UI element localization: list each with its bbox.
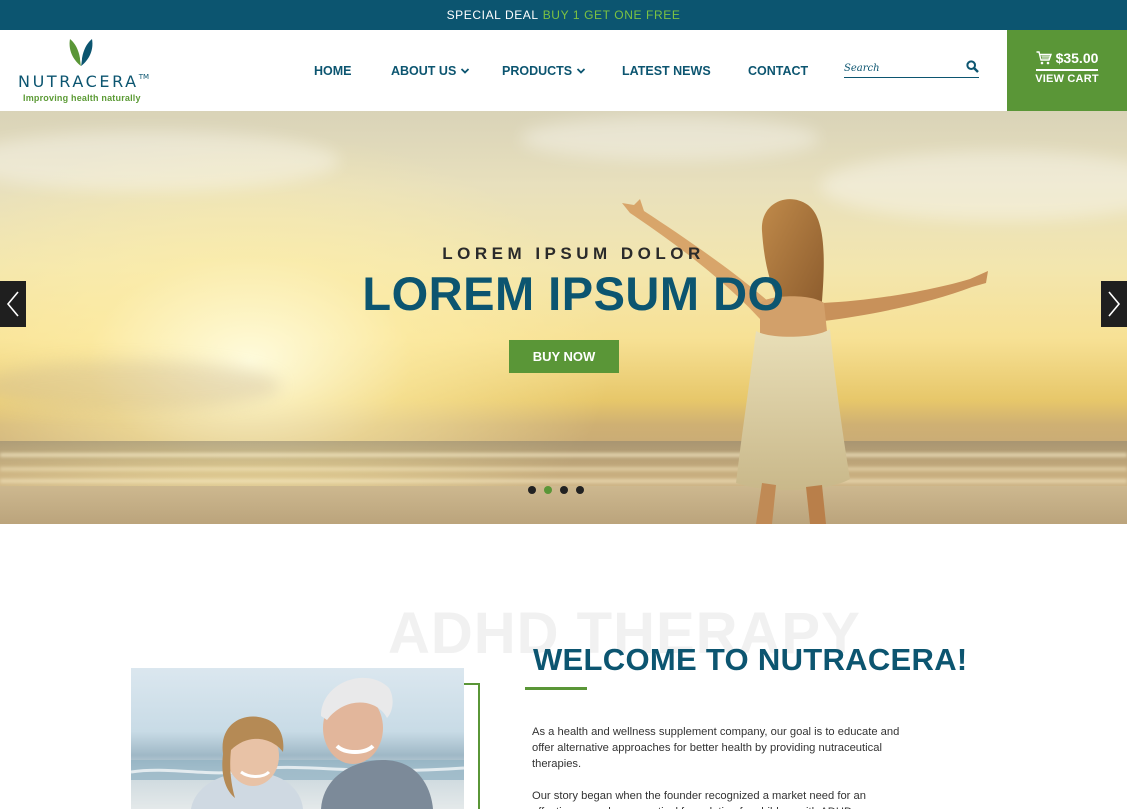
promo-highlight[interactable]: BUY 1 GET ONE FREE [543, 8, 681, 22]
hero-woman-image [622, 199, 988, 524]
welcome-paragraph-2: Our story began when the founder recogni… [532, 790, 866, 809]
cart-label: VIEW CART [1035, 72, 1099, 85]
cart-icon [1036, 51, 1052, 65]
view-cart-button[interactable]: $35.00 VIEW CART [1007, 30, 1127, 111]
logo[interactable]: NUTRACERATM Improving health naturally [16, 36, 166, 106]
promo-text: SPECIAL DEAL [446, 8, 539, 22]
hero-slider: LOREM IPSUM DOLOR LOREM IPSUM DO BUY NOW [0, 111, 1127, 524]
cart-amount: $35.00 [1036, 50, 1098, 66]
slider-dot-4[interactable] [576, 486, 584, 494]
hero-title: LOREM IPSUM DO [362, 267, 785, 320]
cart-divider [1036, 69, 1098, 71]
hero-subtitle: LOREM IPSUM DOLOR [442, 244, 705, 263]
logo-tagline: Improving health naturally [23, 93, 141, 103]
slider-dot-1[interactable] [528, 486, 536, 494]
slider-dot-3[interactable] [560, 486, 568, 494]
welcome-paragraph-1: As a health and wellness supplement comp… [532, 726, 900, 770]
nav-latest-news[interactable]: LATEST NEWS [622, 64, 711, 78]
chevron-down-icon [461, 68, 470, 74]
nav-products[interactable]: PRODUCTS [502, 64, 586, 78]
hero-cloud [0, 361, 280, 411]
hero-cloud [520, 116, 820, 161]
search-input[interactable] [844, 60, 959, 76]
slider-dot-2[interactable] [544, 486, 552, 494]
couple-photo-illustration [131, 677, 464, 809]
chevron-down-icon [577, 68, 586, 74]
welcome-divider [525, 687, 587, 690]
promo-bar: SPECIAL DEAL BUY 1 GET ONE FREE [0, 0, 1127, 30]
logo-name: NUTRACERATM [18, 72, 150, 91]
chevron-right-icon [1108, 291, 1121, 317]
search-icon[interactable] [966, 60, 979, 73]
hero-cloud [0, 131, 340, 191]
nav-home[interactable]: HOME [314, 64, 352, 78]
nav-about-us[interactable]: ABOUT US [391, 64, 470, 78]
slider-prev-button[interactable] [0, 281, 26, 327]
chevron-left-icon [6, 291, 19, 317]
search-box [844, 58, 979, 78]
slider-next-button[interactable] [1101, 281, 1127, 327]
couple-photo [131, 668, 464, 809]
nav-contact[interactable]: CONTACT [748, 64, 808, 78]
leaf-logo-icon [69, 39, 93, 66]
slider-dots [528, 486, 584, 494]
site-header: NUTRACERATM Improving health naturally H… [0, 30, 1127, 111]
buy-now-button[interactable]: BUY NOW [509, 340, 619, 373]
welcome-title: WELCOME TO NUTRACERA! [533, 642, 968, 677]
